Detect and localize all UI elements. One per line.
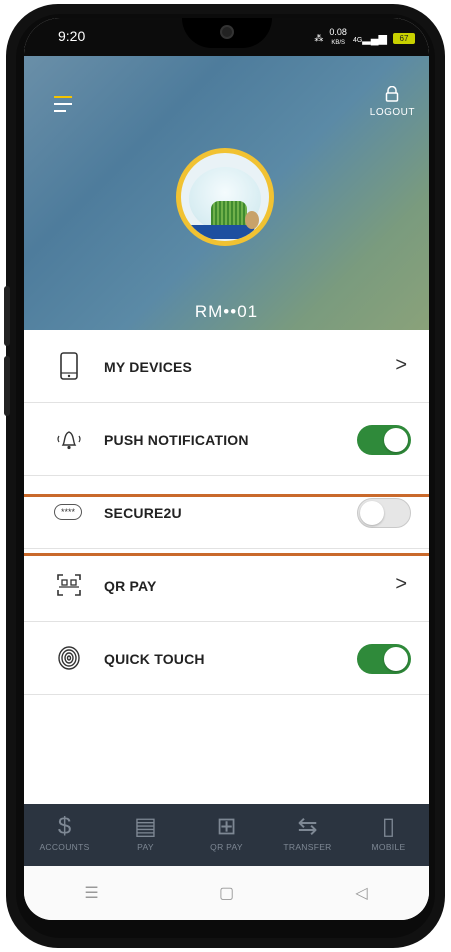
quick-touch-toggle[interactable] [357,644,411,674]
home-button[interactable]: ▢ [207,883,247,903]
network-speed: 0.08 KB/S [329,28,347,48]
nav-label: MOBILE [371,842,406,852]
account-name: RM••01 [194,302,259,321]
dollar-icon: $ [57,813,72,840]
nav-pay[interactable]: ▤ PAY [105,804,186,866]
system-nav-bar: ☰ ▢ ◁ [24,866,429,920]
status-icons: ⁂ 0.08 KB/S 4G▂▄▆ 67 [314,28,415,48]
logout-label: LOGOUT [369,107,415,118]
secure2u-toggle[interactable] [357,498,411,528]
menu-icon[interactable] [54,96,72,117]
bill-icon: ▤ [134,813,157,840]
nav-label: QR PAY [210,842,243,852]
nav-accounts[interactable]: $ ACCOUNTS [24,804,105,866]
nav-transfer[interactable]: ⇆ TRANSFER [267,804,348,866]
nav-label: TRANSFER [283,842,332,852]
network-speed-value: 0.08 [329,27,347,37]
bell-icon [52,425,86,453]
mobile-icon: ▯ [381,813,396,840]
setting-label: SECURE2U [104,505,182,521]
nav-label: PAY [137,842,154,852]
setting-row-secure2u: **** SECURE2U [24,476,429,549]
setting-label: QUICK TOUCH [104,651,205,667]
vibrate-icon: ⁂ [314,32,324,43]
settings-list: MY DEVICES > PUSH NOTIFICATION **** SECU… [24,330,429,695]
nav-qr-pay[interactable]: ⊞ QR PAY [186,804,267,866]
front-camera [220,25,234,39]
status-bar: 9:20 ⁂ 0.08 KB/S 4G▂▄▆ 67 [24,18,429,56]
setting-label: QR PAY [104,578,157,594]
setting-row-quick-touch: QUICK TOUCH [24,622,429,695]
network-speed-unit: KB/S [331,40,346,46]
nav-label: ACCOUNTS [39,842,90,852]
setting-row-my-devices[interactable]: MY DEVICES > [24,330,429,403]
setting-label: PUSH NOTIFICATION [104,432,249,448]
profile-header: LOGOUT RM••01 [24,56,429,330]
battery-icon: 67 [393,32,415,44]
recent-apps-button[interactable]: ☰ [72,883,112,903]
avatar[interactable] [176,148,274,246]
back-button[interactable]: ◁ [342,883,382,903]
push-notification-toggle[interactable] [357,425,411,455]
lock-icon [386,85,399,102]
status-time: 9:20 [58,28,86,44]
nav-mobile[interactable]: ▯ MOBILE [348,804,429,866]
bottom-nav: $ ACCOUNTS ▤ PAY ⊞ QR PAY ⇆ TRANSFER ▯ M… [24,804,429,866]
qr-code-icon [52,571,86,599]
chevron-right-icon: > [395,573,407,595]
setting-label: MY DEVICES [104,359,193,375]
signal-label: 4G [352,36,363,44]
fingerprint-icon [52,644,86,672]
fishbowl-image [187,167,261,239]
setting-row-qr-pay[interactable]: QR PAY > [24,549,429,622]
chevron-right-icon: > [395,354,407,376]
app-screen: 9:20 ⁂ 0.08 KB/S 4G▂▄▆ 67 LOGOUT RM••01 … [24,18,429,920]
logout-button[interactable]: LOGOUT [369,85,415,118]
password-icon-text: **** [53,504,82,520]
qr-icon: ⊞ [216,813,237,840]
phone-icon [52,352,86,380]
signal-icon: 4G▂▄▆ [352,32,387,45]
power-button [4,356,10,416]
password-icon: **** [44,498,92,526]
volume-button [4,286,10,346]
transfer-icon: ⇆ [297,813,318,840]
setting-row-push-notification: PUSH NOTIFICATION [24,403,429,476]
battery-level: 67 [399,33,409,43]
